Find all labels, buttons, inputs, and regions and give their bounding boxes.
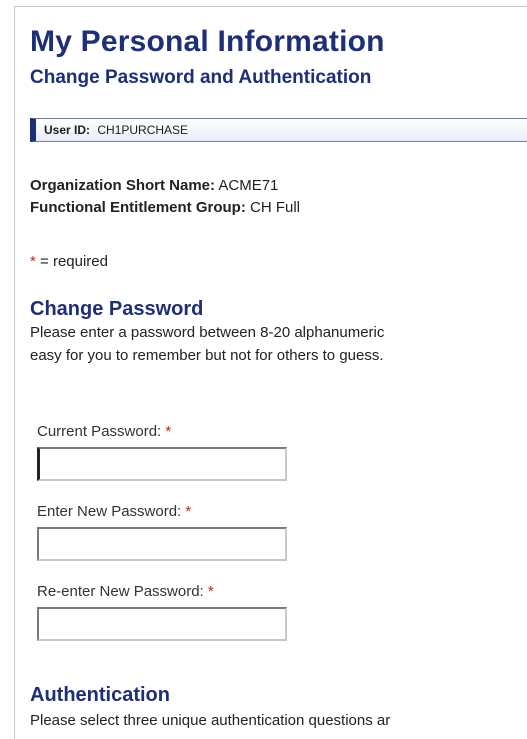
required-legend-text: = required <box>40 253 108 270</box>
org-short-name-label: Organization Short Name: <box>30 177 216 194</box>
entitlement-group-value: CH Full <box>250 199 301 216</box>
required-marker: * <box>30 253 36 270</box>
user-id-bar: User ID: CH1PURCHASE <box>30 118 527 142</box>
user-id-value: CH1PURCHASE <box>97 123 189 137</box>
page-title: My Personal Information <box>30 25 385 58</box>
user-id-label: User ID: <box>44 123 91 137</box>
current-password-input[interactable] <box>37 447 287 481</box>
authentication-heading: Authentication <box>30 684 170 706</box>
new-password-label: Enter New Password: * <box>37 503 191 520</box>
required-marker: * <box>185 503 192 520</box>
change-password-heading: Change Password <box>30 298 204 320</box>
new-password-label-text: Enter New Password: <box>37 503 182 520</box>
entitlement-group-label: Functional Entitlement Group: <box>30 199 246 216</box>
org-short-name-value: ACME71 <box>218 177 279 194</box>
page-subtitle: Change Password and Authentication <box>30 67 372 88</box>
new-password-input[interactable] <box>37 527 287 561</box>
confirm-password-input[interactable] <box>37 607 287 641</box>
confirm-password-label-text: Re-enter New Password: <box>37 583 204 600</box>
org-short-name-row: Organization Short Name: ACME71 <box>30 177 278 194</box>
required-marker: * <box>165 423 172 440</box>
confirm-password-label: Re-enter New Password: * <box>37 583 214 600</box>
authentication-description-line1: Please select three unique authenticatio… <box>30 712 391 729</box>
change-password-description-line1: Please enter a password between 8-20 alp… <box>30 324 385 341</box>
entitlement-group-row: Functional Entitlement Group: CH Full <box>30 199 300 216</box>
page-frame: My Personal Information Change Password … <box>14 6 527 739</box>
current-password-label-text: Current Password: <box>37 423 162 440</box>
required-marker: * <box>207 583 214 600</box>
current-password-label: Current Password: * <box>37 423 171 440</box>
required-legend: * = required <box>30 253 108 270</box>
change-password-description-line2: easy for you to remember but not for oth… <box>30 347 384 364</box>
